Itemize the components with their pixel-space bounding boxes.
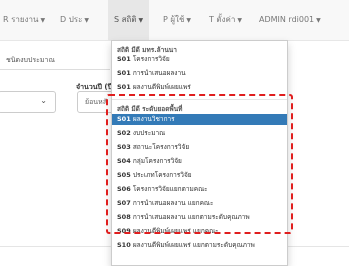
navbar: R รายงาน ▼ D ประ ▼ S สถิติ ▼ P ผู้ใช้ ▼ T ตั… bbox=[0, 0, 349, 41]
highlight-annotation-box bbox=[106, 94, 293, 234]
budget-type-label: ชนิดงบประมาณ bbox=[6, 56, 55, 64]
menu-item-publications-by-quality[interactable]: S10 ผลงานตีพิมพ์เผยแพร่ แยกตามระดับคุณภา… bbox=[117, 240, 255, 251]
menu-item-presentations[interactable]: S01 การนำเสนอผลงาน bbox=[117, 68, 186, 79]
nav-admin-label: ADMIN rdi001 bbox=[259, 15, 315, 24]
menu-item-label: โครงการวิจัย bbox=[132, 55, 170, 63]
caret-down-icon: ▼ bbox=[138, 17, 144, 24]
nav-stats-label: S สถิติ bbox=[114, 15, 137, 24]
menu-item-projects[interactable]: S01 โครงการวิจัย bbox=[117, 54, 170, 65]
nav-users-menu[interactable]: P ผู้ใช้ ▼ bbox=[163, 0, 191, 40]
nav-users-label: P ผู้ใช้ bbox=[163, 15, 185, 24]
nav-data-label: D ประ bbox=[60, 15, 83, 24]
divider bbox=[0, 69, 110, 70]
nav-report-menu[interactable]: R รายงาน ▼ bbox=[3, 0, 45, 40]
nav-report-label: R รายงาน bbox=[3, 15, 39, 24]
menu-item-code: S01 bbox=[117, 83, 131, 91]
caret-down-icon: ▼ bbox=[237, 17, 242, 24]
budget-type-select[interactable]: ⌄ bbox=[0, 91, 56, 113]
chevron-down-icon: ⌄ bbox=[40, 96, 47, 105]
nav-settings-menu[interactable]: T ตั้งค่า ▼ bbox=[209, 0, 242, 40]
nav-admin-menu[interactable]: ADMIN rdi001 ▼ bbox=[259, 0, 321, 40]
menu-item-label: การนำเสนอผลงาน bbox=[132, 69, 186, 77]
caret-down-icon: ▼ bbox=[316, 17, 321, 24]
caret-down-icon: ▼ bbox=[186, 17, 192, 24]
menu-item-label: ผลงานตีพิมพ์เผยแพร่ bbox=[132, 83, 191, 91]
menu-item-label: ผลงานตีพิมพ์เผยแพร่ แยกตามระดับคุณภาพ bbox=[132, 241, 255, 249]
menu-item-code: S01 bbox=[117, 69, 131, 77]
menu-item-code: S10 bbox=[117, 241, 131, 249]
menu-item-code: S01 bbox=[117, 55, 131, 63]
caret-down-icon: ▼ bbox=[40, 17, 46, 24]
nav-stats-menu[interactable]: S สถิติ ▼ bbox=[108, 0, 150, 40]
caret-down-icon: ▼ bbox=[84, 17, 89, 24]
nav-settings-label: T ตั้งค่า bbox=[209, 15, 236, 24]
menu-item-publications[interactable]: S01 ผลงานตีพิมพ์เผยแพร่ bbox=[117, 82, 191, 93]
years-select-value: ย้อนหลั bbox=[85, 98, 107, 106]
nav-data-menu[interactable]: D ประ ▼ bbox=[60, 0, 89, 40]
